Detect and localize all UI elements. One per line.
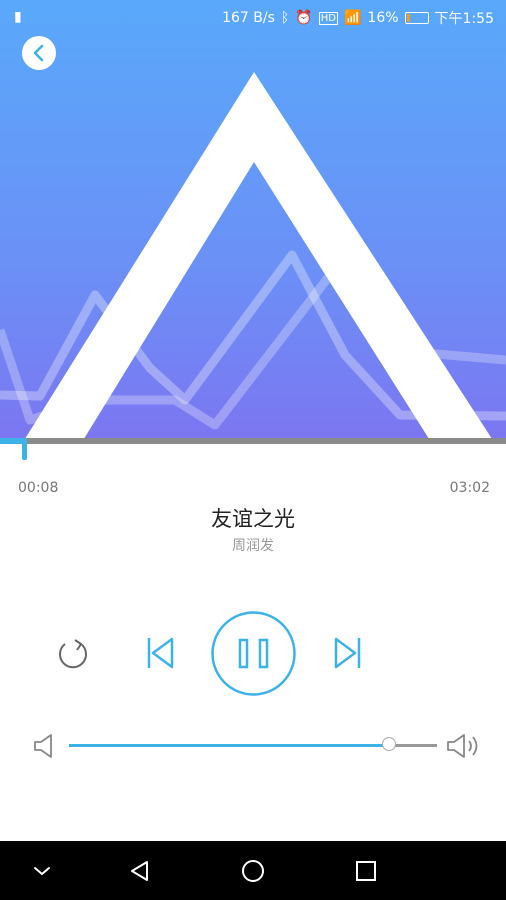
nav-collapse-button[interactable] bbox=[22, 851, 62, 891]
nav-home-button[interactable] bbox=[233, 851, 273, 891]
vibrate-icon: ᛒ bbox=[280, 10, 290, 26]
artist-name: 周润发 bbox=[232, 538, 274, 554]
previous-icon bbox=[147, 637, 174, 669]
nav-home-icon bbox=[242, 860, 264, 882]
repeat-icon bbox=[59, 639, 87, 669]
play-pause-button[interactable] bbox=[210, 610, 297, 697]
alarm-icon: ⏰ bbox=[295, 10, 313, 26]
album-art bbox=[0, 0, 506, 442]
previous-button[interactable] bbox=[140, 633, 180, 673]
navigation-bar bbox=[0, 841, 506, 900]
elapsed-time: 00:08 bbox=[18, 480, 59, 496]
net-speed: 167 B/s bbox=[222, 10, 275, 26]
back-icon bbox=[33, 44, 44, 62]
volume-low-icon bbox=[34, 734, 52, 758]
volume-low-button[interactable] bbox=[30, 730, 58, 762]
total-duration: 03:02 bbox=[449, 480, 490, 496]
volume-thumb[interactable] bbox=[382, 737, 397, 751]
signal-icon: 📶 bbox=[343, 10, 362, 26]
sim-icon: ▮ bbox=[14, 9, 22, 25]
battery-icon bbox=[404, 12, 429, 24]
progress-thumb[interactable] bbox=[22, 438, 28, 460]
nav-collapse-icon bbox=[34, 867, 50, 875]
nav-back-icon bbox=[131, 861, 148, 881]
repeat-button[interactable] bbox=[50, 631, 96, 677]
next-button[interactable] bbox=[328, 633, 368, 673]
pause-icon bbox=[211, 611, 296, 696]
next-icon bbox=[334, 637, 361, 669]
progress-fill bbox=[0, 438, 23, 444]
song-title: 友谊之光 bbox=[211, 507, 295, 531]
nav-recent-icon bbox=[356, 861, 376, 881]
volume-slider[interactable] bbox=[69, 737, 437, 751]
nav-recent-button[interactable] bbox=[346, 851, 386, 891]
back-button[interactable] bbox=[22, 36, 56, 70]
progress-bar[interactable] bbox=[0, 438, 506, 460]
battery-percent: 16% bbox=[367, 10, 399, 26]
hd-icon: HD bbox=[318, 11, 338, 25]
status-bar: ▮ 167 B/s ᛒ ⏰ HD 📶 16% 下午1:55 bbox=[0, 0, 506, 34]
volume-fill bbox=[69, 744, 390, 747]
volume-high-button[interactable] bbox=[444, 730, 486, 762]
nav-back-button[interactable] bbox=[120, 851, 160, 891]
album-art-graphic bbox=[0, 72, 506, 442]
volume-high-icon bbox=[447, 734, 478, 758]
clock: 下午1:55 bbox=[434, 11, 494, 27]
